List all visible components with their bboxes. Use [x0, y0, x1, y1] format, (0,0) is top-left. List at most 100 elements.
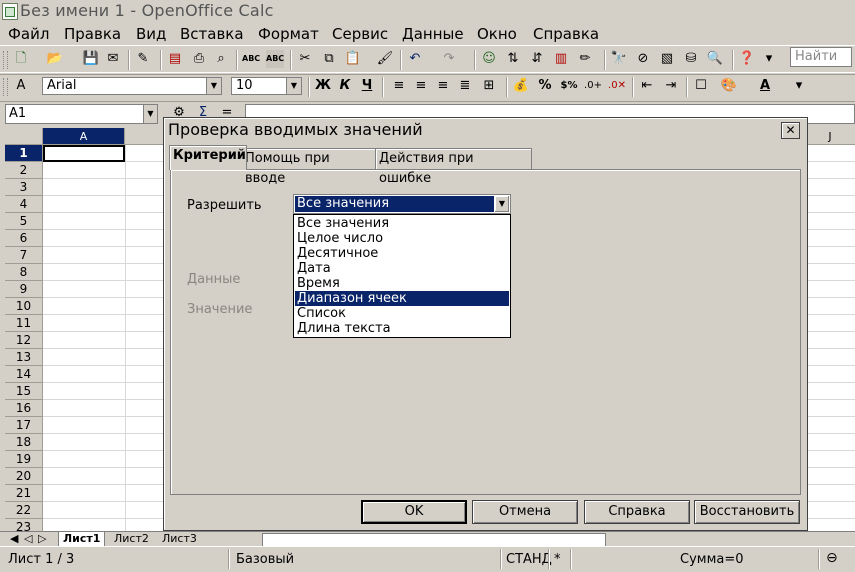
menu-insert[interactable]: Вставка	[180, 25, 244, 43]
percent-format-icon[interactable]: %	[536, 77, 554, 95]
row-header-20[interactable]: 20	[5, 468, 43, 485]
toolbar-overflow-icon[interactable]: ▾	[764, 50, 774, 68]
data-sources-icon[interactable]: ⛁	[682, 50, 700, 68]
paste-icon[interactable]: 📋	[344, 50, 362, 68]
cut-icon[interactable]: ✂	[296, 50, 314, 68]
new-document-icon[interactable]: 🗋	[12, 50, 30, 68]
redo-icon[interactable]: ↷	[440, 50, 458, 68]
gallery-icon[interactable]: ▧	[658, 50, 676, 68]
merge-cells-icon[interactable]: ⊞	[480, 77, 498, 95]
bold-button[interactable]: Ж	[314, 77, 332, 95]
tab-input-help[interactable]: Помощь при вводе	[241, 148, 377, 186]
help-icon[interactable]: ❓	[738, 50, 756, 68]
row-header-15[interactable]: 15	[5, 383, 43, 400]
sort-ascending-icon[interactable]: ⇅	[504, 50, 522, 68]
sheet-tab-2[interactable]: Лист2	[110, 532, 153, 546]
show-draw-functions-icon[interactable]: ✏	[576, 50, 594, 68]
next-sheet-icon[interactable]: ▷	[34, 532, 50, 546]
currency-format-icon[interactable]: 💰	[512, 77, 530, 95]
align-right-icon[interactable]: ≡	[434, 77, 452, 95]
row-header-14[interactable]: 14	[5, 366, 43, 383]
row-header-6[interactable]: 6	[5, 230, 43, 247]
row-header-19[interactable]: 19	[5, 451, 43, 468]
clone-formatting-icon[interactable]: 🖌	[376, 50, 394, 68]
sort-descending-icon[interactable]: ⇵	[528, 50, 546, 68]
find-replace-icon[interactable]: 🔭	[610, 50, 628, 68]
row-header-7[interactable]: 7	[5, 247, 43, 264]
copy-icon[interactable]: ⧉	[320, 50, 338, 68]
row-header-17[interactable]: 17	[5, 417, 43, 434]
row-header-16[interactable]: 16	[5, 400, 43, 417]
row-header-2[interactable]: 2	[5, 162, 43, 179]
page-style[interactable]: Базовый	[236, 552, 294, 567]
row-header-22[interactable]: 22	[5, 502, 43, 519]
option-text-length[interactable]: Длина текста	[295, 321, 509, 336]
option-time[interactable]: Время	[295, 276, 509, 291]
menu-data[interactable]: Данные	[402, 25, 464, 43]
reset-button[interactable]: Восстановить	[694, 500, 800, 524]
italic-button[interactable]: К	[336, 77, 354, 95]
save-icon[interactable]: 💾	[82, 50, 100, 68]
menu-format[interactable]: Формат	[258, 25, 319, 43]
menu-tools[interactable]: Сервис	[332, 25, 388, 43]
option-all-values[interactable]: Все значения	[295, 216, 509, 231]
sheet-tab-1[interactable]: Лист1	[58, 532, 106, 547]
align-left-icon[interactable]: ≡	[390, 77, 408, 95]
menu-edit[interactable]: Правка	[64, 25, 121, 43]
chevron-down-icon[interactable]: ▼	[495, 196, 509, 212]
print-icon[interactable]: ⎙	[190, 50, 208, 68]
row-header-4[interactable]: 4	[5, 196, 43, 213]
email-icon[interactable]: ✉	[104, 50, 122, 68]
chevron-down-icon[interactable]: ▼	[286, 78, 301, 94]
row-header-8[interactable]: 8	[5, 264, 43, 281]
ok-button[interactable]: OK	[361, 500, 467, 524]
option-list[interactable]: Список	[295, 306, 509, 321]
open-folder-icon[interactable]: 📂	[46, 50, 64, 68]
menu-view[interactable]: Вид	[136, 25, 166, 43]
page-preview-icon[interactable]: ⌕	[212, 50, 230, 68]
toolbar-grip[interactable]	[3, 78, 8, 96]
justify-icon[interactable]: ≣	[456, 77, 474, 95]
option-decimal[interactable]: Десятичное	[295, 246, 509, 261]
option-cell-range[interactable]: Диапазон ячеек	[295, 291, 509, 306]
zoom-out-icon[interactable]: ⊖	[826, 550, 838, 566]
hyperlink-icon[interactable]: ☺	[480, 50, 498, 68]
standard-format-icon[interactable]: $%	[560, 77, 578, 95]
row-header-5[interactable]: 5	[5, 213, 43, 230]
row-header-9[interactable]: 9	[5, 281, 43, 298]
toolbar-grip[interactable]	[3, 51, 8, 69]
row-header-1[interactable]: 1	[5, 145, 43, 162]
font-name-combo[interactable]: Arial ▼	[42, 77, 222, 95]
chart-icon[interactable]: ▥	[552, 50, 570, 68]
delete-decimal-icon[interactable]: .0✕	[608, 77, 626, 95]
navigator-icon[interactable]: ⊘	[634, 50, 652, 68]
font-size-combo[interactable]: 10 ▼	[231, 77, 302, 95]
zoom-icon[interactable]: 🔍	[706, 50, 724, 68]
dialog-title-bar[interactable]: Проверка вводимых значений ✕	[166, 120, 803, 140]
active-cell-a1[interactable]	[43, 145, 125, 162]
row-header-3[interactable]: 3	[5, 179, 43, 196]
allow-select[interactable]: Все значения ▼	[293, 194, 511, 214]
column-header-a[interactable]: A	[43, 128, 125, 145]
row-header-11[interactable]: 11	[5, 315, 43, 332]
name-box[interactable]: A1 ▼	[5, 104, 158, 124]
row-header-13[interactable]: 13	[5, 349, 43, 366]
undo-icon[interactable]: ↶	[406, 50, 424, 68]
styles-formatting-icon[interactable]: A	[12, 77, 30, 95]
chevron-down-icon[interactable]: ▼	[206, 78, 221, 94]
edit-file-icon[interactable]: ✎	[134, 50, 152, 68]
help-button[interactable]: Справка	[584, 500, 690, 524]
tab-criteria[interactable]: Критерий	[169, 145, 247, 170]
align-center-icon[interactable]: ≡	[412, 77, 430, 95]
borders-icon[interactable]: ☐	[692, 77, 710, 95]
menu-help[interactable]: Справка	[533, 25, 599, 43]
autospellcheck-icon[interactable]: ABC	[266, 50, 284, 68]
chevron-down-icon[interactable]: ▼	[143, 105, 157, 123]
tab-error-alert[interactable]: Действия при ошибке	[375, 148, 532, 186]
selection-mode[interactable]: СТАНД	[506, 552, 552, 567]
font-color-icon[interactable]: A	[756, 77, 774, 95]
background-color-icon[interactable]: 🎨	[720, 77, 738, 95]
horizontal-scrollbar[interactable]	[262, 533, 606, 547]
option-whole-number[interactable]: Целое число	[295, 231, 509, 246]
option-date[interactable]: Дата	[295, 261, 509, 276]
